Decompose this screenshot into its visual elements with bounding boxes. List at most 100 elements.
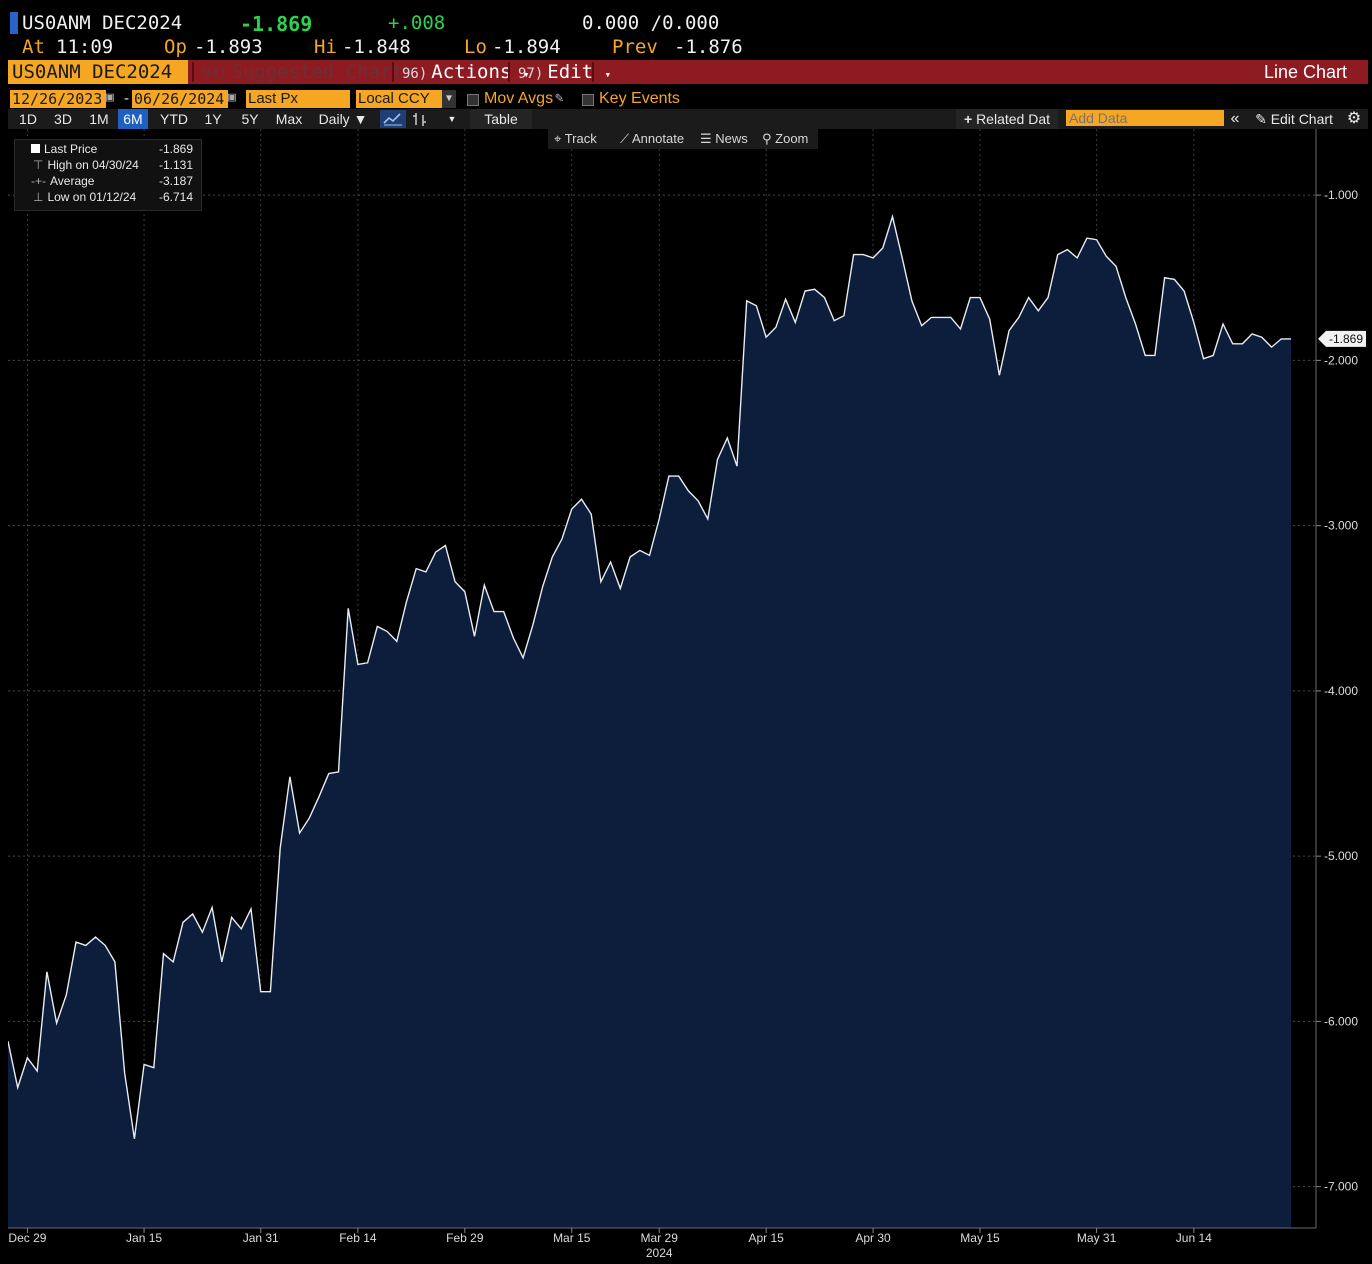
news-tool[interactable]: ☰ News — [700, 129, 748, 149]
legend-low-value: -6.714 — [158, 190, 193, 204]
edit-chart-button[interactable]: ✎ Edit Chart — [1248, 109, 1340, 129]
legend-average-label: Average — [50, 174, 95, 188]
double-chevron-left-icon[interactable]: « — [1226, 109, 1244, 129]
frequency-label: Daily — [318, 111, 350, 127]
y-tick-label: -7.000 — [1324, 1180, 1358, 1194]
chart-type-title: Line Chart — [1264, 62, 1348, 82]
y-tick-label: -1.000 — [1324, 188, 1358, 202]
prev-value: -1.876 — [674, 36, 743, 58]
quote-header: US0ANM DEC2024 -1.869 +.008 0.000 /0.000… — [0, 0, 1372, 60]
price-area-fill — [8, 216, 1291, 1229]
edit-label: Edit — [547, 61, 594, 83]
edit-chart-label: Edit Chart — [1270, 111, 1333, 127]
legend-high: ⊤ High on 04/30/24 -1.131 — [19, 157, 199, 173]
edit-button[interactable]: 97) Edit ▾ — [512, 60, 617, 84]
frequency-select[interactable]: Daily ▼ — [312, 109, 374, 129]
ticker-symbol: US0ANM DEC2024 — [22, 12, 183, 34]
legend-high-value: -1.131 — [158, 158, 193, 172]
y-tick-label: -3.000 — [1324, 519, 1358, 533]
x-tick-label: Jun 14 — [1176, 1231, 1212, 1245]
x-tick-label: Jan 31 — [243, 1231, 279, 1245]
legend-average: -+- Average -3.187 — [19, 173, 199, 189]
x-tick-label: May 31 — [1077, 1231, 1117, 1245]
legend-high-label: High on 04/30/24 — [47, 158, 139, 172]
chart-legend: Last Price -1.869 ⊤ High on 04/30/24 -1.1… — [14, 139, 202, 211]
gear-icon[interactable]: ⚙ — [1344, 109, 1364, 129]
news-icon: ☰ — [700, 131, 712, 146]
plus-icon: + — [963, 111, 973, 127]
security-field[interactable]: US0ANM DEC2024 In — [8, 60, 188, 84]
calendar-icon[interactable]: ▣ — [106, 90, 114, 105]
end-date-field[interactable]: 06/26/2024 — [132, 90, 228, 108]
start-date-field[interactable]: 12/26/2023 — [10, 90, 106, 108]
legend-last-value: -1.869 — [158, 142, 193, 156]
currency-select[interactable]: Local CCY — [356, 90, 444, 108]
table-button[interactable]: Table — [470, 109, 532, 129]
last-price: -1.869 — [240, 12, 313, 36]
open-label: Op — [164, 36, 187, 58]
date-range-dash: - — [122, 89, 132, 107]
price-field-select[interactable]: Last Px — [246, 90, 350, 108]
annotate-tool[interactable]: ⟋ Annotate — [620, 129, 684, 149]
period-button-1m[interactable]: 1M — [84, 109, 114, 129]
y-tick-label: -5.000 — [1324, 849, 1358, 863]
mov-avgs-checkbox[interactable] — [467, 94, 479, 106]
open-value: -1.893 — [194, 36, 263, 58]
actions-label: Actions — [431, 61, 512, 83]
pencil-icon: ✎ — [1255, 111, 1267, 127]
chart-tools: ⌖ Track ⟋ Annotate ☰ News ⚲ Zoom — [548, 129, 818, 149]
annotate-label: Annotate — [632, 131, 685, 146]
related-data-label: Related Dat — [976, 111, 1050, 127]
high-label: Hi — [314, 36, 337, 58]
legend-last-price[interactable]: Last Price -1.869 — [19, 141, 199, 157]
period-button-max[interactable]: Max — [270, 109, 308, 129]
key-events-label: Key Events — [599, 90, 680, 107]
zoom-tool[interactable]: ⚲ Zoom — [762, 129, 808, 149]
related-data-button[interactable]: + Related Dat — [956, 109, 1058, 129]
period-button-ytd[interactable]: YTD — [154, 109, 194, 129]
high-value: -1.848 — [342, 36, 411, 58]
period-button-1d[interactable]: 1D — [14, 109, 42, 129]
period-button-3d[interactable]: 3D — [48, 109, 78, 129]
chart-area[interactable]: -1.000 -2.000 -3.000 -4.000 -5.000 -6.000 -7.0… — [7, 129, 1368, 1260]
news-label: News — [715, 131, 748, 146]
chevron-down-icon[interactable]: ▼ — [442, 90, 456, 108]
period-button-5y[interactable]: 5Y — [236, 109, 264, 129]
pencil-icon[interactable]: ✎ — [555, 90, 563, 106]
legend-low: ⊥ Low on 01/12/24 -6.714 — [19, 189, 199, 205]
line-chart-icon[interactable] — [380, 110, 406, 128]
pen-icon: ⟋ — [620, 131, 630, 146]
track-label: Track — [564, 131, 597, 146]
key-events-checkbox[interactable] — [582, 94, 594, 106]
y-tick-label: -6.000 — [1324, 1014, 1358, 1028]
period-button-6m[interactable]: 6M — [118, 109, 148, 129]
legend-average-value: -3.187 — [158, 174, 193, 188]
track-tool[interactable]: ⌖ Track — [554, 129, 597, 149]
legend-last-label: Last Price — [44, 142, 98, 156]
crosshair-icon: ⌖ — [554, 131, 562, 146]
calendar-icon[interactable]: ▣ — [228, 90, 236, 105]
suggested-charts-number: 94) — [202, 66, 228, 82]
period-button-1y[interactable]: 1Y — [200, 109, 226, 129]
edit-number: 97) — [518, 66, 544, 82]
bar-chart-icon[interactable] — [410, 110, 430, 128]
chevron-down-icon[interactable]: ▼ — [446, 109, 458, 129]
mov-avgs-label: Mov Avgs — [484, 90, 554, 107]
x-tick-label: Jan 15 — [126, 1231, 162, 1245]
add-data-input[interactable] — [1066, 110, 1224, 126]
x-tick-label: Feb 29 — [446, 1231, 484, 1245]
legend-swatch — [31, 144, 40, 153]
y-tick-label: -4.000 — [1324, 684, 1358, 698]
actions-number: 96) — [402, 66, 428, 82]
x-tick-label: Dec 29 — [8, 1231, 46, 1245]
average-marker-icon: -+- — [31, 174, 46, 188]
x-tick-label: Feb 14 — [339, 1231, 377, 1245]
high-marker-icon: ⊤ — [33, 158, 44, 172]
year-label: 2024 — [646, 1246, 673, 1260]
ticker-marker — [10, 12, 18, 34]
price-chart[interactable]: -1.000 -2.000 -3.000 -4.000 -5.000 -6.000 -7.0… — [7, 129, 1368, 1260]
zoom-label: Zoom — [775, 131, 809, 146]
x-tick-label: Apr 30 — [855, 1231, 891, 1245]
prev-label: Prev — [612, 36, 658, 58]
net-change: +.008 — [388, 12, 446, 34]
